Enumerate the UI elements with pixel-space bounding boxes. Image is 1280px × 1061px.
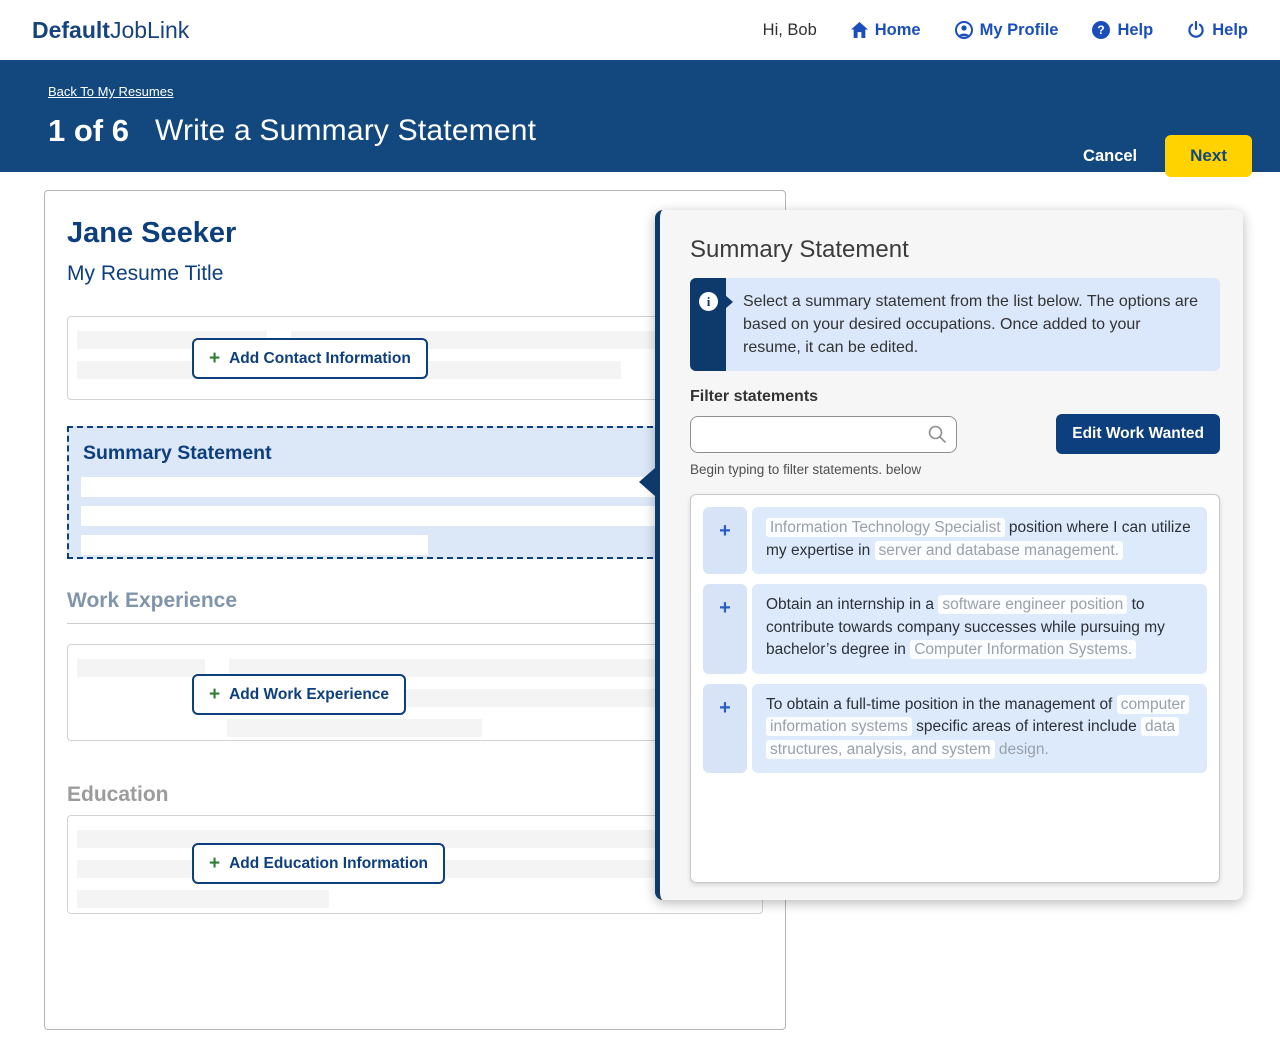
nav-signout-help-label: Help bbox=[1212, 21, 1248, 40]
statement-text-segment: specific areas of interest include bbox=[912, 718, 1141, 735]
add-contact-information-button[interactable]: + Add Contact Information bbox=[192, 338, 428, 379]
placeholder-bar bbox=[81, 535, 428, 555]
search-icon bbox=[927, 424, 947, 449]
statement-variable-segment: Computer Information Systems. bbox=[910, 640, 1136, 659]
add-education-information-button[interactable]: + Add Education Information bbox=[192, 843, 445, 884]
power-icon bbox=[1187, 21, 1205, 39]
statement-variable-segment: software engineer position bbox=[938, 595, 1127, 614]
main-content: Jane Seeker My Resume Title + Add Contac… bbox=[0, 172, 1280, 1061]
nav-my-profile-link[interactable]: My Profile bbox=[955, 21, 1059, 40]
nav-home-label: Home bbox=[875, 21, 921, 40]
app-logo[interactable]: DefaultJobLink bbox=[32, 17, 189, 44]
app-logo-light: JobLink bbox=[110, 17, 189, 43]
add-statement-button[interactable]: + bbox=[703, 507, 747, 574]
statement-row: + Information Technology Specialist posi… bbox=[703, 507, 1207, 574]
statement-text-segment: design. bbox=[995, 741, 1049, 758]
app-logo-bold: Default bbox=[32, 17, 110, 43]
statement-list: + Information Technology Specialist posi… bbox=[690, 494, 1220, 883]
nav-home-link[interactable]: Home bbox=[851, 21, 921, 40]
nav-help-link[interactable]: ? Help bbox=[1092, 21, 1153, 40]
summary-statement-panel: Summary Statement i Select a summary sta… bbox=[655, 210, 1243, 900]
filter-helper-text: Begin typing to filter statements. below bbox=[690, 462, 1220, 477]
placeholder-bar bbox=[227, 719, 482, 737]
info-alert-text: Select a summary statement from the list… bbox=[726, 278, 1220, 371]
statement-text[interactable]: To obtain a full-time position in the ma… bbox=[752, 684, 1207, 774]
panel-title: Summary Statement bbox=[690, 236, 1220, 264]
info-strip-arrow bbox=[725, 295, 733, 309]
panel-pointer-arrow bbox=[639, 468, 655, 496]
next-button[interactable]: Next bbox=[1165, 135, 1252, 177]
statement-row: + Obtain an internship in a software eng… bbox=[703, 584, 1207, 674]
add-contact-information-label: Add Contact Information bbox=[229, 350, 411, 368]
filter-statements-input[interactable] bbox=[690, 416, 957, 453]
statement-text[interactable]: Information Technology Specialist positi… bbox=[752, 507, 1207, 574]
plus-icon: + bbox=[209, 854, 220, 873]
app-header: DefaultJobLink Hi, Bob Home My Profile ?… bbox=[0, 0, 1280, 60]
filter-input-wrap bbox=[690, 416, 957, 453]
statement-text[interactable]: Obtain an internship in a software engin… bbox=[752, 584, 1207, 674]
edit-work-wanted-button[interactable]: Edit Work Wanted bbox=[1056, 414, 1220, 454]
question-icon: ? bbox=[1092, 21, 1110, 39]
user-greeting: Hi, Bob bbox=[763, 21, 817, 40]
statement-text-segment: To obtain a full-time position in the ma… bbox=[766, 696, 1117, 713]
step-banner: Back To My Resumes 1 of 6 Write a Summar… bbox=[0, 60, 1280, 172]
nav-my-profile-label: My Profile bbox=[980, 21, 1059, 40]
top-nav: Hi, Bob Home My Profile ? Help Help bbox=[763, 21, 1248, 40]
add-statement-button[interactable]: + bbox=[703, 684, 747, 774]
info-alert: i Select a summary statement from the li… bbox=[690, 278, 1220, 371]
cancel-button[interactable]: Cancel bbox=[1083, 147, 1137, 166]
plus-icon: + bbox=[209, 685, 220, 704]
add-work-experience-button[interactable]: + Add Work Experience bbox=[192, 674, 406, 715]
placeholder-bar bbox=[81, 506, 749, 526]
back-to-resumes-link[interactable]: Back To My Resumes bbox=[48, 84, 173, 99]
statement-row: + To obtain a full-time position in the … bbox=[703, 684, 1207, 774]
info-icon: i bbox=[699, 292, 718, 311]
add-education-information-label: Add Education Information bbox=[229, 855, 428, 873]
placeholder-bar bbox=[77, 659, 205, 677]
info-alert-strip: i bbox=[690, 278, 726, 371]
add-statement-button[interactable]: + bbox=[703, 584, 747, 674]
profile-icon bbox=[955, 21, 973, 39]
page-title: Write a Summary Statement bbox=[155, 114, 536, 148]
nav-signout-help-link[interactable]: Help bbox=[1187, 21, 1248, 40]
nav-help-label: Help bbox=[1117, 21, 1153, 40]
placeholder-bar bbox=[77, 890, 329, 908]
statement-text-segment: Obtain an internship in a bbox=[766, 596, 938, 613]
svg-text:?: ? bbox=[1098, 23, 1105, 37]
plus-icon: + bbox=[209, 349, 220, 368]
filter-statements-label: Filter statements bbox=[690, 388, 1220, 406]
add-work-experience-label: Add Work Experience bbox=[229, 686, 389, 704]
statement-variable-segment: server and database management. bbox=[875, 541, 1123, 560]
statement-variable-segment: Information Technology Specialist bbox=[766, 518, 1005, 537]
step-indicator: 1 of 6 bbox=[48, 113, 129, 149]
summary-statement-section-title: Summary Statement bbox=[83, 442, 749, 465]
home-icon bbox=[851, 22, 868, 38]
